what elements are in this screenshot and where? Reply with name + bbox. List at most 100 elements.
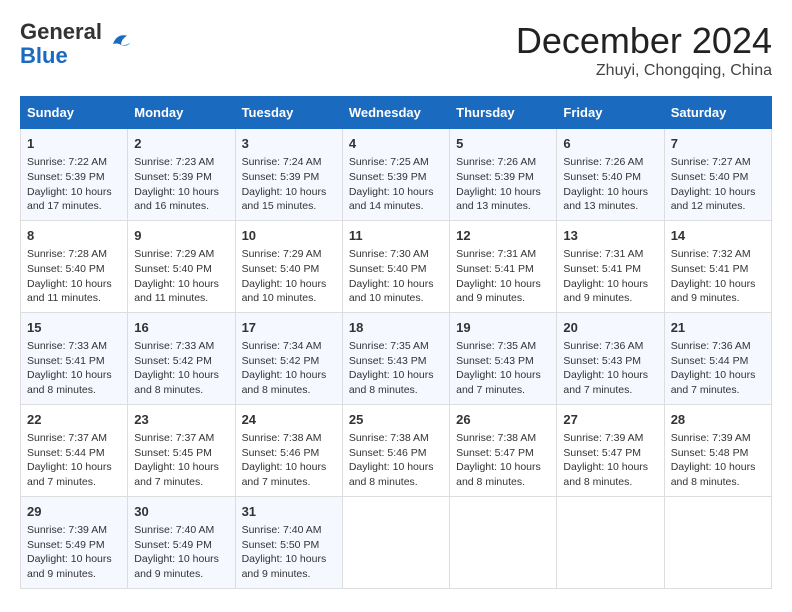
- day-info: Sunrise: 7:38 AMSunset: 5:47 PMDaylight:…: [456, 431, 550, 490]
- calendar-cell: 16Sunrise: 7:33 AMSunset: 5:42 PMDayligh…: [128, 312, 235, 404]
- calendar-cell: 11 Sunrise: 7:30 AMSunset: 5:40 PMDayligh…: [342, 220, 449, 312]
- day-number: 1: [27, 135, 121, 153]
- calendar-cell: [342, 496, 449, 588]
- day-info: Sunrise: 7:22 AMSunset: 5:39 PMDaylight:…: [27, 155, 121, 214]
- day-info: Sunrise: 7:36 AMSunset: 5:43 PMDaylight:…: [563, 339, 657, 398]
- calendar-cell: 5 Sunrise: 7:26 AMSunset: 5:39 PMDaylight…: [450, 129, 557, 221]
- day-info: Sunrise: 7:28 AMSunset: 5:40 PMDaylight:…: [27, 247, 121, 306]
- day-number: 26: [456, 411, 550, 429]
- calendar-cell: 20 Sunrise: 7:36 AMSunset: 5:43 PMDayligh…: [557, 312, 664, 404]
- header-row: Sunday Monday Tuesday Wednesday Thursday…: [21, 97, 772, 129]
- day-info: Sunrise: 7:31 AMSunset: 5:41 PMDaylight:…: [456, 247, 550, 306]
- day-number: 29: [27, 503, 121, 521]
- calendar-cell: 31 Sunrise: 7:40 AMSunset: 5:50 PMDayligh…: [235, 496, 342, 588]
- calendar-cell: 12Sunrise: 7:31 AMSunset: 5:41 PMDayligh…: [450, 220, 557, 312]
- day-number: 31: [242, 503, 336, 521]
- day-number: 30: [134, 503, 228, 521]
- calendar-cell: 13Sunrise: 7:31 AMSunset: 5:41 PMDayligh…: [557, 220, 664, 312]
- calendar-cell: 17Sunrise: 7:34 AMSunset: 5:42 PMDayligh…: [235, 312, 342, 404]
- day-number: 8: [27, 227, 121, 245]
- col-saturday: Saturday: [664, 97, 771, 129]
- calendar-cell: 14Sunrise: 7:32 AMSunset: 5:41 PMDayligh…: [664, 220, 771, 312]
- day-info: Sunrise: 7:32 AMSunset: 5:41 PMDaylight:…: [671, 247, 765, 306]
- col-monday: Monday: [128, 97, 235, 129]
- calendar-cell: 22 Sunrise: 7:37 AMSunset: 5:44 PMDayligh…: [21, 404, 128, 496]
- calendar-cell: [664, 496, 771, 588]
- day-number: 21: [671, 319, 765, 337]
- day-info: Sunrise: 7:38 AMSunset: 5:46 PMDaylight:…: [349, 431, 443, 490]
- calendar-cell: 3Sunrise: 7:24 AMSunset: 5:39 PMDaylight…: [235, 129, 342, 221]
- day-number: 10: [242, 227, 336, 245]
- day-info: Sunrise: 7:27 AMSunset: 5:40 PMDaylight:…: [671, 155, 765, 214]
- day-info: Sunrise: 7:40 AMSunset: 5:50 PMDaylight:…: [242, 523, 336, 582]
- week-row-1: 1 Sunrise: 7:22 AMSunset: 5:39 PMDaylight…: [21, 129, 772, 221]
- calendar-cell: 27 Sunrise: 7:39 AMSunset: 5:47 PMDayligh…: [557, 404, 664, 496]
- calendar-cell: 7 Sunrise: 7:27 AMSunset: 5:40 PMDaylight…: [664, 129, 771, 221]
- calendar-cell: 19 Sunrise: 7:35 AMSunset: 5:43 PMDayligh…: [450, 312, 557, 404]
- main-title: December 2024: [516, 20, 772, 62]
- subtitle: Zhuyi, Chongqing, China: [516, 62, 772, 80]
- logo: General Blue: [20, 20, 134, 68]
- day-info: Sunrise: 7:26 AMSunset: 5:40 PMDaylight:…: [563, 155, 657, 214]
- calendar-cell: 2Sunrise: 7:23 AMSunset: 5:39 PMDaylight…: [128, 129, 235, 221]
- col-friday: Friday: [557, 97, 664, 129]
- logo-bird-icon: [106, 30, 134, 58]
- day-info: Sunrise: 7:24 AMSunset: 5:39 PMDaylight:…: [242, 155, 336, 214]
- col-sunday: Sunday: [21, 97, 128, 129]
- calendar-cell: [557, 496, 664, 588]
- day-number: 18: [349, 319, 443, 337]
- calendar-cell: 6Sunrise: 7:26 AMSunset: 5:40 PMDaylight…: [557, 129, 664, 221]
- day-info: Sunrise: 7:40 AMSunset: 5:49 PMDaylight:…: [134, 523, 228, 582]
- day-number: 7: [671, 135, 765, 153]
- calendar-cell: 1 Sunrise: 7:22 AMSunset: 5:39 PMDaylight…: [21, 129, 128, 221]
- day-number: 4: [349, 135, 443, 153]
- calendar-cell: [450, 496, 557, 588]
- day-info: Sunrise: 7:37 AMSunset: 5:45 PMDaylight:…: [134, 431, 228, 490]
- week-row-2: 8 Sunrise: 7:28 AMSunset: 5:40 PMDaylight…: [21, 220, 772, 312]
- day-number: 2: [134, 135, 228, 153]
- day-info: Sunrise: 7:31 AMSunset: 5:41 PMDaylight:…: [563, 247, 657, 306]
- calendar-cell: 4 Sunrise: 7:25 AMSunset: 5:39 PMDaylight…: [342, 129, 449, 221]
- logo-text-block: General Blue: [20, 20, 102, 68]
- day-number: 28: [671, 411, 765, 429]
- page-header: General Blue December 2024 Zhuyi, Chongq…: [20, 20, 772, 80]
- calendar-cell: 28 Sunrise: 7:39 AMSunset: 5:48 PMDayligh…: [664, 404, 771, 496]
- day-number: 5: [456, 135, 550, 153]
- day-info: Sunrise: 7:37 AMSunset: 5:44 PMDaylight:…: [27, 431, 121, 490]
- calendar-cell: 10 Sunrise: 7:29 AMSunset: 5:40 PMDayligh…: [235, 220, 342, 312]
- day-number: 20: [563, 319, 657, 337]
- day-number: 27: [563, 411, 657, 429]
- calendar-table: Sunday Monday Tuesday Wednesday Thursday…: [20, 96, 772, 589]
- day-info: Sunrise: 7:29 AMSunset: 5:40 PMDaylight:…: [242, 247, 336, 306]
- title-block: December 2024 Zhuyi, Chongqing, China: [516, 20, 772, 80]
- day-info: Sunrise: 7:26 AMSunset: 5:39 PMDaylight:…: [456, 155, 550, 214]
- day-info: Sunrise: 7:33 AMSunset: 5:42 PMDaylight:…: [134, 339, 228, 398]
- day-info: Sunrise: 7:30 AMSunset: 5:40 PMDaylight:…: [349, 247, 443, 306]
- day-info: Sunrise: 7:39 AMSunset: 5:47 PMDaylight:…: [563, 431, 657, 490]
- calendar-cell: 26 Sunrise: 7:38 AMSunset: 5:47 PMDayligh…: [450, 404, 557, 496]
- logo-general: General: [20, 19, 102, 44]
- calendar-cell: 23 Sunrise: 7:37 AMSunset: 5:45 PMDayligh…: [128, 404, 235, 496]
- calendar-cell: 18 Sunrise: 7:35 AMSunset: 5:43 PMDayligh…: [342, 312, 449, 404]
- col-wednesday: Wednesday: [342, 97, 449, 129]
- day-info: Sunrise: 7:35 AMSunset: 5:43 PMDaylight:…: [349, 339, 443, 398]
- day-number: 25: [349, 411, 443, 429]
- day-number: 9: [134, 227, 228, 245]
- day-number: 11: [349, 227, 443, 245]
- day-info: Sunrise: 7:25 AMSunset: 5:39 PMDaylight:…: [349, 155, 443, 214]
- day-info: Sunrise: 7:35 AMSunset: 5:43 PMDaylight:…: [456, 339, 550, 398]
- day-number: 22: [27, 411, 121, 429]
- day-number: 23: [134, 411, 228, 429]
- day-info: Sunrise: 7:36 AMSunset: 5:44 PMDaylight:…: [671, 339, 765, 398]
- week-row-4: 22 Sunrise: 7:37 AMSunset: 5:44 PMDayligh…: [21, 404, 772, 496]
- day-number: 17: [242, 319, 336, 337]
- calendar-cell: 30 Sunrise: 7:40 AMSunset: 5:49 PMDayligh…: [128, 496, 235, 588]
- week-row-3: 15Sunrise: 7:33 AMSunset: 5:41 PMDayligh…: [21, 312, 772, 404]
- week-row-5: 29 Sunrise: 7:39 AMSunset: 5:49 PMDayligh…: [21, 496, 772, 588]
- day-info: Sunrise: 7:39 AMSunset: 5:48 PMDaylight:…: [671, 431, 765, 490]
- col-tuesday: Tuesday: [235, 97, 342, 129]
- calendar-cell: 25 Sunrise: 7:38 AMSunset: 5:46 PMDayligh…: [342, 404, 449, 496]
- calendar-cell: 29 Sunrise: 7:39 AMSunset: 5:49 PMDayligh…: [21, 496, 128, 588]
- day-info: Sunrise: 7:39 AMSunset: 5:49 PMDaylight:…: [27, 523, 121, 582]
- day-number: 19: [456, 319, 550, 337]
